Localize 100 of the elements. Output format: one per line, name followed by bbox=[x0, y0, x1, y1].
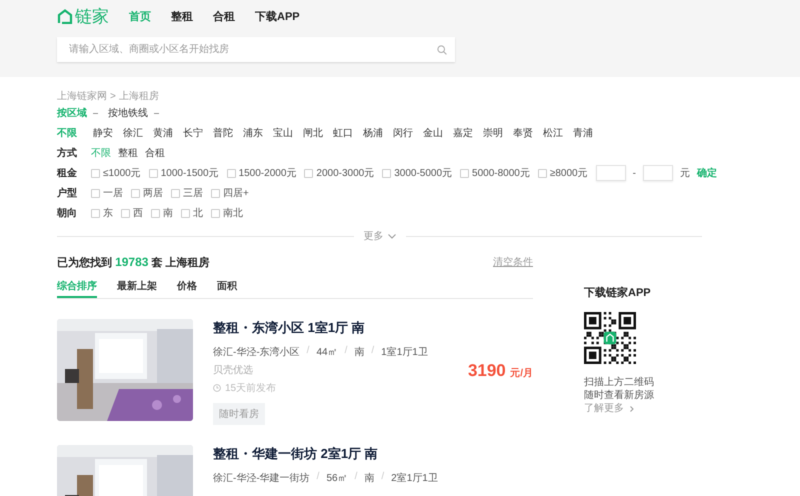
detail-separator: / bbox=[354, 471, 358, 484]
breadcrumb-separator: > bbox=[110, 90, 116, 102]
sidebar-text: 扫描上方二维码 bbox=[584, 376, 654, 389]
checkbox[interactable] bbox=[304, 168, 314, 178]
checkbox-label: 5000-8000元 bbox=[472, 167, 530, 180]
listing-title[interactable]: 整租・华建一街坊 2室1厅 南 bbox=[213, 445, 378, 463]
listing-detail: 44㎡ bbox=[316, 346, 338, 359]
checkbox[interactable] bbox=[226, 168, 236, 178]
nav-link[interactable]: 下载APP bbox=[255, 8, 300, 24]
checkbox-label: 两居 bbox=[143, 187, 163, 200]
checkbox[interactable] bbox=[181, 208, 190, 218]
search-icon bbox=[437, 45, 447, 55]
district-option[interactable]: 闸北 bbox=[303, 126, 323, 140]
district-option[interactable]: 普陀 bbox=[213, 126, 233, 140]
listing-detail: 2室1厅1卫 bbox=[391, 472, 438, 485]
filter-label: 户型 bbox=[57, 186, 78, 200]
house-icon bbox=[57, 8, 73, 24]
filter-label: 租金 bbox=[57, 166, 78, 180]
listing-price: 3190 元/月 bbox=[468, 361, 533, 381]
district-option[interactable]: 长宁 bbox=[183, 126, 203, 140]
detail-separator: / bbox=[316, 471, 320, 484]
checkbox-label: 南北 bbox=[223, 206, 243, 220]
checkbox[interactable] bbox=[148, 168, 158, 178]
checkbox[interactable] bbox=[211, 208, 220, 218]
district-option[interactable]: 嘉定 bbox=[453, 126, 473, 140]
listing-tag: 贝壳优选 bbox=[213, 363, 253, 377]
max-price-field[interactable] bbox=[642, 165, 673, 181]
sort-tab[interactable]: 价格 bbox=[177, 275, 197, 298]
checkbox-label: 北 bbox=[193, 206, 203, 220]
min-price-field[interactable] bbox=[596, 165, 626, 181]
detail-separator: / bbox=[306, 345, 310, 358]
listing-detail: 56㎡ bbox=[326, 472, 348, 485]
checkbox[interactable] bbox=[121, 208, 130, 218]
district-option[interactable]: 奉贤 bbox=[513, 126, 533, 140]
search-field[interactable]: 请输入区域、商圈或小区名开始找房 bbox=[57, 37, 455, 62]
chevron-down-icon bbox=[388, 234, 396, 238]
unit-label: 元 bbox=[680, 167, 690, 180]
listing-detail: 南 bbox=[364, 472, 374, 485]
checkbox-label: 南 bbox=[163, 206, 173, 220]
listing-title[interactable]: 整租・东湾小区 1室1厅 南 bbox=[213, 319, 365, 337]
dropdown-icon bbox=[154, 112, 159, 114]
checkbox-label: 四居+ bbox=[223, 187, 249, 200]
filter-label: 朝向 bbox=[57, 206, 78, 220]
listing-detail: 1室1厅1卫 bbox=[381, 346, 428, 359]
listing-detail: 徐汇-华泾-华建一街坊 bbox=[213, 472, 310, 485]
checkbox[interactable] bbox=[211, 188, 220, 198]
checkbox[interactable] bbox=[538, 168, 547, 178]
checkbox[interactable] bbox=[460, 168, 470, 178]
nav-link[interactable]: 整租 bbox=[171, 8, 193, 24]
filter-label: 方式 bbox=[57, 146, 78, 160]
checkbox-label: 西 bbox=[133, 207, 143, 220]
listing-detail: 南 bbox=[354, 346, 364, 359]
district-option[interactable]: 闵行 bbox=[393, 126, 413, 140]
nav-link[interactable]: 合租 bbox=[213, 8, 235, 24]
publish-time: 15天前发布 bbox=[225, 382, 276, 395]
district-option[interactable]: 金山 bbox=[423, 126, 443, 140]
dropdown-icon bbox=[93, 112, 98, 114]
checkbox-label: 1500-2000元 bbox=[238, 167, 296, 180]
listing-detail: 徐汇-华泾-东湾小区 bbox=[213, 346, 300, 359]
detail-separator: / bbox=[371, 345, 374, 358]
sort-tab[interactable]: 面积 bbox=[217, 275, 237, 298]
checkbox[interactable] bbox=[91, 208, 100, 218]
district-option[interactable]: 杨浦 bbox=[363, 126, 383, 140]
checkbox[interactable] bbox=[91, 168, 100, 178]
checkbox[interactable] bbox=[131, 188, 140, 198]
checkbox-label: 东 bbox=[103, 206, 113, 220]
sidebar-text: 随时查看新房源 bbox=[584, 389, 654, 402]
district-option[interactable]: 静安 bbox=[93, 126, 113, 140]
filter-option[interactable]: 整租 bbox=[118, 146, 138, 160]
district-option[interactable]: 黄浦 bbox=[153, 126, 173, 140]
district-option[interactable]: 松江 bbox=[543, 126, 563, 140]
checkbox-label: 3000-5000元 bbox=[394, 167, 452, 180]
filter-tab[interactable]: 按地铁线 bbox=[108, 106, 159, 120]
checkbox[interactable] bbox=[91, 188, 100, 198]
district-option[interactable]: 青浦 bbox=[573, 126, 593, 140]
checkbox[interactable] bbox=[151, 208, 160, 218]
checkbox-label: ≥8000元 bbox=[550, 167, 588, 180]
checkbox-label: 三居 bbox=[183, 187, 203, 200]
sidebar-title: 下载链家APP bbox=[584, 286, 651, 300]
checkbox[interactable] bbox=[382, 168, 392, 178]
result-count: 已为您找到 19783 套 上海租房 bbox=[57, 254, 210, 270]
checkbox-label: 1000-1500元 bbox=[160, 167, 219, 180]
district-option[interactable]: 宝山 bbox=[273, 126, 293, 140]
qr-code bbox=[584, 312, 636, 364]
district-option[interactable]: 徐汇 bbox=[123, 126, 143, 140]
checkbox-label: 2000-3000元 bbox=[316, 167, 374, 180]
district-option[interactable]: 崇明 bbox=[483, 126, 503, 140]
checkbox-label: ≤1000元 bbox=[103, 167, 141, 180]
detail-separator: / bbox=[344, 345, 348, 358]
detail-separator: / bbox=[381, 471, 384, 484]
chevron-right-icon bbox=[630, 406, 634, 412]
logo-text: 链家 bbox=[75, 6, 109, 28]
sort-tab[interactable]: 最新上架 bbox=[117, 275, 157, 298]
range-separator: - bbox=[632, 168, 636, 178]
clock-icon bbox=[213, 384, 221, 392]
district-option[interactable]: 虹口 bbox=[333, 126, 353, 140]
checkbox-label: 一居 bbox=[103, 187, 123, 200]
district-option[interactable]: 浦东 bbox=[243, 126, 263, 140]
checkbox[interactable] bbox=[171, 188, 180, 198]
filter-option[interactable]: 合租 bbox=[145, 146, 165, 160]
